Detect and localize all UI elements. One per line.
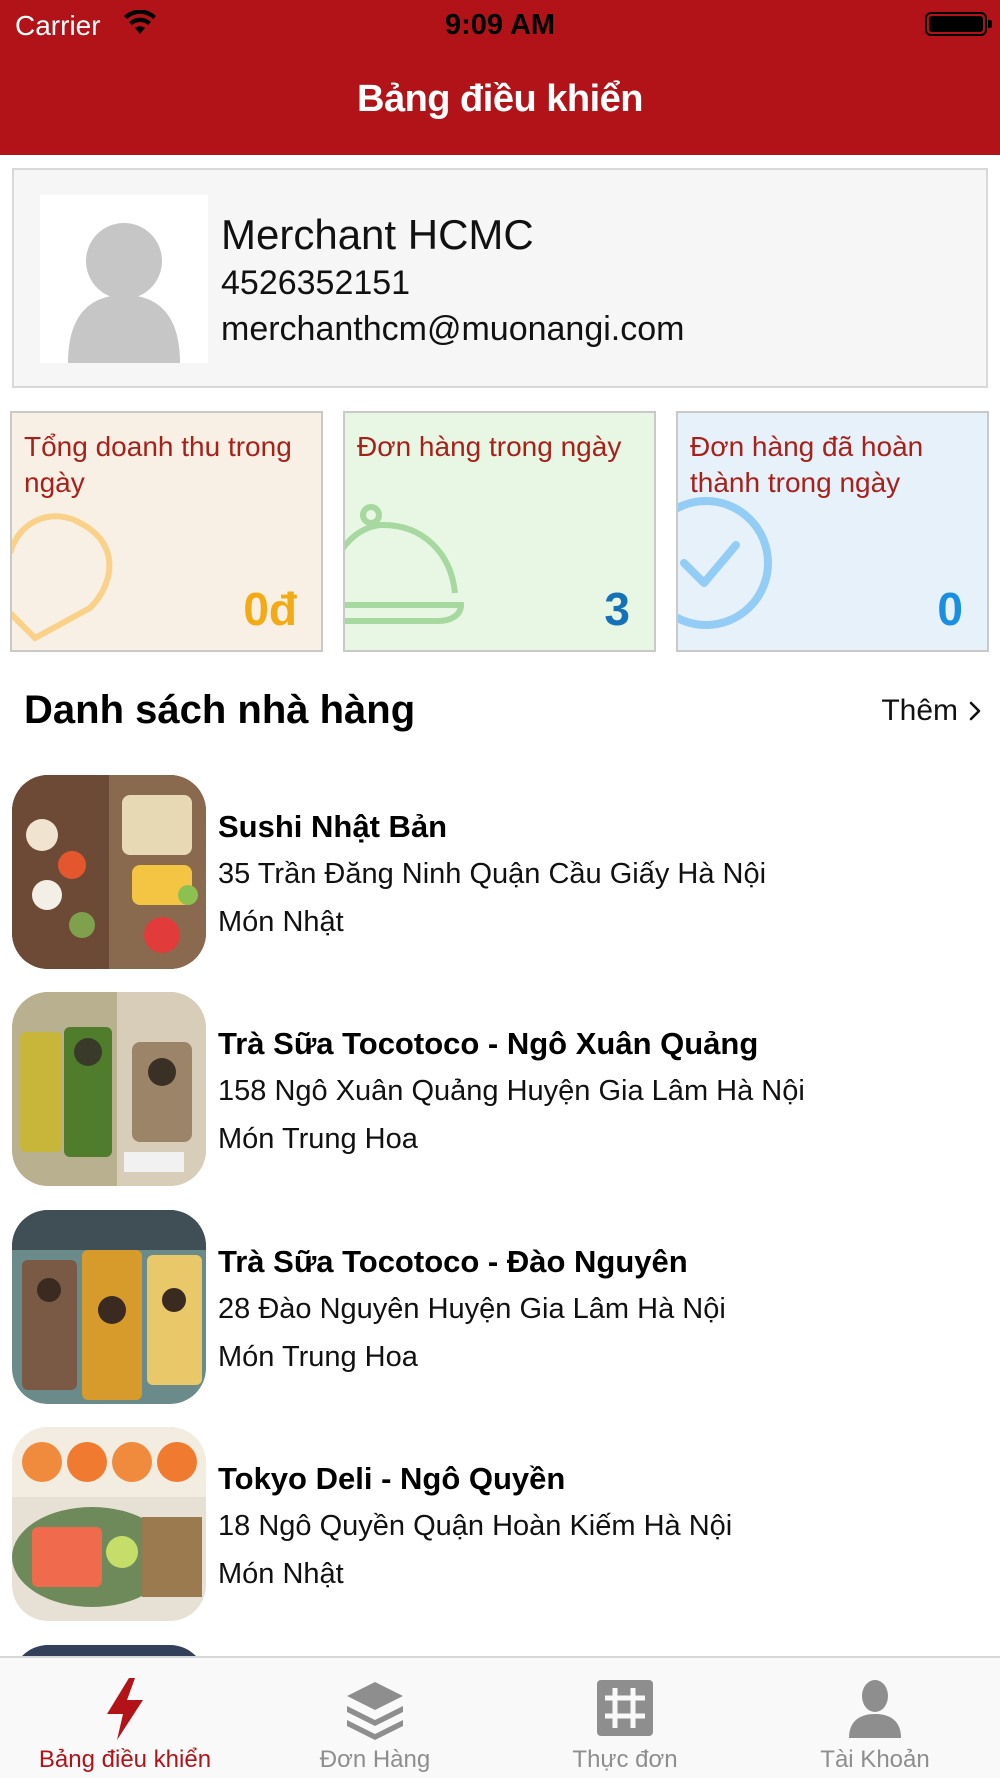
tab-label: Thực đơn	[572, 1746, 678, 1773]
restaurant-name: Trà Sữa Tocotoco - Ngô Xuân Quảng	[218, 1026, 759, 1061]
lightning-icon	[107, 1678, 143, 1740]
merchant-email: merchanthcm@muonangi.com	[221, 310, 685, 348]
merchant-phone: 4526352151	[221, 264, 411, 302]
avatar	[40, 195, 208, 363]
restaurant-name: Tokyo Deli - Ngô Quyền	[218, 1461, 566, 1496]
restaurant-address: 18 Ngô Quyền Quận Hoàn Kiếm Hà Nội	[218, 1510, 733, 1542]
grid-icon	[597, 1680, 653, 1736]
chevron-right-icon	[969, 701, 981, 721]
page-title: Bảng điều khiển	[357, 78, 643, 120]
see-more-button[interactable]: Thêm	[881, 694, 982, 728]
restaurant-list-title: Danh sách nhà hàng	[24, 688, 416, 732]
restaurant-thumbnail	[12, 992, 206, 1186]
restaurant-name: Trà Sữa Tocotoco - Đào Nguyên	[218, 1244, 688, 1279]
restaurant-name: Sushi Nhật Bản	[218, 809, 448, 844]
restaurant-row[interactable]: Trà Sữa Tocotoco - Đào Nguyên 28 Đào Ngu…	[0, 1208, 1000, 1404]
stat-label: Đơn hàng trong ngày	[357, 431, 622, 462]
restaurant-thumbnail	[12, 775, 206, 969]
restaurant-category: Món Trung Hoa	[218, 1123, 418, 1155]
restaurant-thumbnail	[12, 1210, 206, 1404]
see-more-label: Thêm	[881, 694, 958, 727]
stat-label: Đơn hàng đã hoàn thành trong ngày	[690, 431, 924, 498]
stat-completed-orders-today[interactable]: Đơn hàng đã hoàn thành trong ngày 0	[676, 411, 989, 652]
restaurant-address: 158 Ngô Xuân Quảng Huyện Gia Lâm Hà Nội	[218, 1075, 805, 1107]
stat-label: Tổng doanh thu trong ngày	[24, 431, 292, 498]
stat-orders-today[interactable]: Đơn hàng trong ngày 3	[343, 411, 656, 652]
stat-value: 0đ	[243, 583, 297, 635]
heart-icon	[12, 513, 113, 642]
tab-account[interactable]: Tài Khoản	[750, 1658, 1000, 1778]
stat-value: 3	[604, 583, 630, 635]
check-circle-icon	[678, 497, 772, 629]
status-time: 9:09 AM	[444, 9, 556, 41]
merchant-profile-card[interactable]: Merchant HCMC 4526352151 merchanthcm@muo…	[12, 168, 988, 388]
person-icon	[849, 1680, 901, 1738]
tab-dashboard[interactable]: Bảng điều khiển	[0, 1658, 250, 1778]
stat-revenue-today[interactable]: Tổng doanh thu trong ngày 0đ	[10, 411, 323, 652]
tab-label: Đơn Hàng	[319, 1746, 431, 1773]
cloche-icon	[345, 504, 465, 624]
tab-bar: Bảng điều khiển Đơn Hàng Thực đơn Tài Kh…	[0, 1656, 1000, 1778]
tab-menu[interactable]: Thực đơn	[500, 1658, 750, 1778]
restaurant-address: 35 Trần Đăng Ninh Quận Cầu Giấy Hà Nội	[218, 858, 767, 890]
tab-label: Tài Khoản	[820, 1746, 930, 1773]
restaurant-row[interactable]: Trà Sữa Tocotoco - Ngô Xuân Quảng 158 Ng…	[0, 990, 1000, 1186]
tab-label: Bảng điều khiển	[38, 1746, 212, 1773]
restaurant-category: Món Nhật	[218, 906, 344, 938]
avatar-placeholder-icon	[68, 223, 180, 363]
status-bar: Carrier 9:09 AM	[0, 0, 1000, 50]
tab-orders[interactable]: Đơn Hàng	[250, 1658, 500, 1778]
restaurant-row[interactable]: Tokyo Deli - Ngô Quyền 18 Ngô Quyền Quận…	[0, 1425, 1000, 1621]
top-bar: Carrier 9:09 AM Bảng điều khiển	[0, 0, 1000, 155]
merchant-name: Merchant HCMC	[221, 211, 534, 258]
restaurant-category: Món Trung Hoa	[218, 1341, 418, 1373]
layers-icon	[347, 1682, 403, 1740]
stat-value: 0	[937, 583, 963, 635]
restaurant-category: Món Nhật	[218, 1558, 344, 1590]
restaurant-row[interactable]: Sushi Nhật Bản 35 Trần Đăng Ninh Quận Cầ…	[0, 773, 1000, 969]
battery-icon	[925, 12, 992, 36]
restaurant-thumbnail	[12, 1427, 206, 1621]
restaurant-address: 28 Đào Nguyên Huyện Gia Lâm Hà Nội	[218, 1293, 726, 1325]
